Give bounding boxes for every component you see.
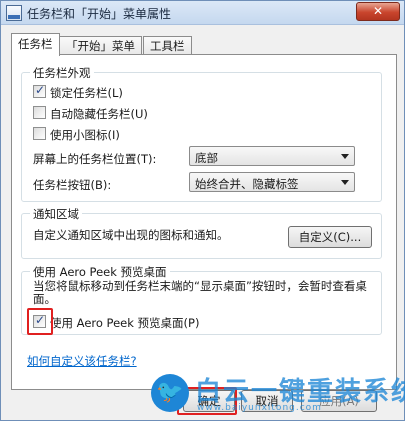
close-button[interactable]: ✕ bbox=[356, 2, 400, 21]
highlight-box-checkbox bbox=[27, 308, 53, 335]
chevron-down-icon bbox=[341, 154, 349, 159]
tab-taskbar[interactable]: 任务栏 bbox=[11, 33, 60, 56]
close-icon: ✕ bbox=[372, 4, 384, 18]
taskbar-buttons-select[interactable]: 始终合并、隐藏标签 bbox=[189, 172, 355, 192]
notification-description: 自定义通知区域中出现的图标和通知。 bbox=[33, 228, 229, 242]
chevron-down-icon bbox=[341, 180, 349, 185]
notification-legend: 通知区域 bbox=[30, 206, 82, 222]
aero-peek-description: 当您将鼠标移动到任务栏末端的“显示桌面”按钮时，会暂时查看桌面。 bbox=[33, 279, 367, 306]
taskbar-app-icon bbox=[6, 5, 22, 21]
lock-taskbar-checkbox[interactable] bbox=[33, 83, 46, 98]
buttons-label: 任务栏按钮(B): bbox=[33, 178, 112, 192]
apply-button[interactable]: 应用(A) bbox=[301, 390, 377, 412]
customize-button[interactable]: 自定义(C)... bbox=[288, 226, 372, 248]
lock-taskbar-label: 锁定任务栏(L) bbox=[50, 86, 123, 100]
title-bar[interactable]: 任务栏和「开始」菜单属性 ✕ bbox=[1, 1, 404, 25]
auto-hide-label: 自动隐藏任务栏(U) bbox=[50, 107, 148, 121]
small-icons-checkbox[interactable] bbox=[33, 127, 46, 140]
tab-toolbars[interactable]: 工具栏 bbox=[143, 36, 192, 55]
auto-hide-checkbox[interactable] bbox=[33, 106, 46, 119]
aero-peek-legend: 使用 Aero Peek 预览桌面 bbox=[30, 264, 170, 280]
tab-start-menu[interactable]: 「开始」菜单 bbox=[59, 36, 142, 55]
customize-help-link[interactable]: 如何自定义该任务栏? bbox=[27, 353, 137, 369]
highlight-box-ok bbox=[177, 387, 237, 415]
small-icons-label: 使用小图标(I) bbox=[50, 128, 120, 142]
appearance-legend: 任务栏外观 bbox=[30, 65, 94, 81]
cancel-button[interactable]: 取消 bbox=[241, 390, 293, 412]
properties-dialog: 任务栏和「开始」菜单属性 ✕ 任务栏 「开始」菜单 工具栏 任务栏外观 锁定任务… bbox=[0, 0, 405, 421]
taskbar-position-value: 底部 bbox=[195, 151, 218, 165]
position-label: 屏幕上的任务栏位置(T): bbox=[33, 152, 157, 166]
taskbar-buttons-value: 始终合并、隐藏标签 bbox=[195, 177, 299, 191]
aero-peek-label: 使用 Aero Peek 预览桌面(P) bbox=[50, 316, 200, 330]
window-title: 任务栏和「开始」菜单属性 bbox=[27, 7, 172, 21]
taskbar-position-select[interactable]: 底部 bbox=[189, 146, 355, 166]
